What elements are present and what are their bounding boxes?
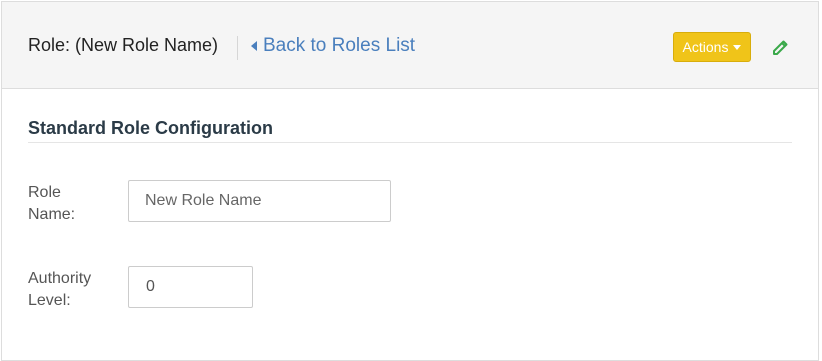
role-name-label-line2: Name: [28,206,76,223]
authority-level-label: Authority Level: [28,268,118,312]
section-divider [28,142,792,143]
caret-left-icon [251,41,257,51]
role-panel: Role: (New Role Name) Back to Roles List… [1,1,819,361]
back-link-label: Back to Roles List [263,35,416,56]
actions-button[interactable]: Actions [673,32,751,62]
header-divider [237,36,238,60]
authority-level-input[interactable] [128,266,253,308]
role-name-label-line1: Role [28,184,61,201]
panel-header: Role: (New Role Name) Back to Roles List… [2,2,818,89]
pencil-icon[interactable] [771,39,789,57]
actions-button-label: Actions [682,39,729,55]
caret-down-icon [733,44,742,50]
role-name-input[interactable] [128,180,391,222]
section-title: Standard Role Configuration [28,118,273,138]
page-title: Role: (New Role Name) [28,35,219,55]
authority-level-label-line1: Authority [28,270,92,287]
back-to-roles-link[interactable]: Back to Roles List [251,35,415,57]
role-name-label: Role Name: [28,182,98,226]
authority-level-label-line2: Level: [28,292,71,309]
